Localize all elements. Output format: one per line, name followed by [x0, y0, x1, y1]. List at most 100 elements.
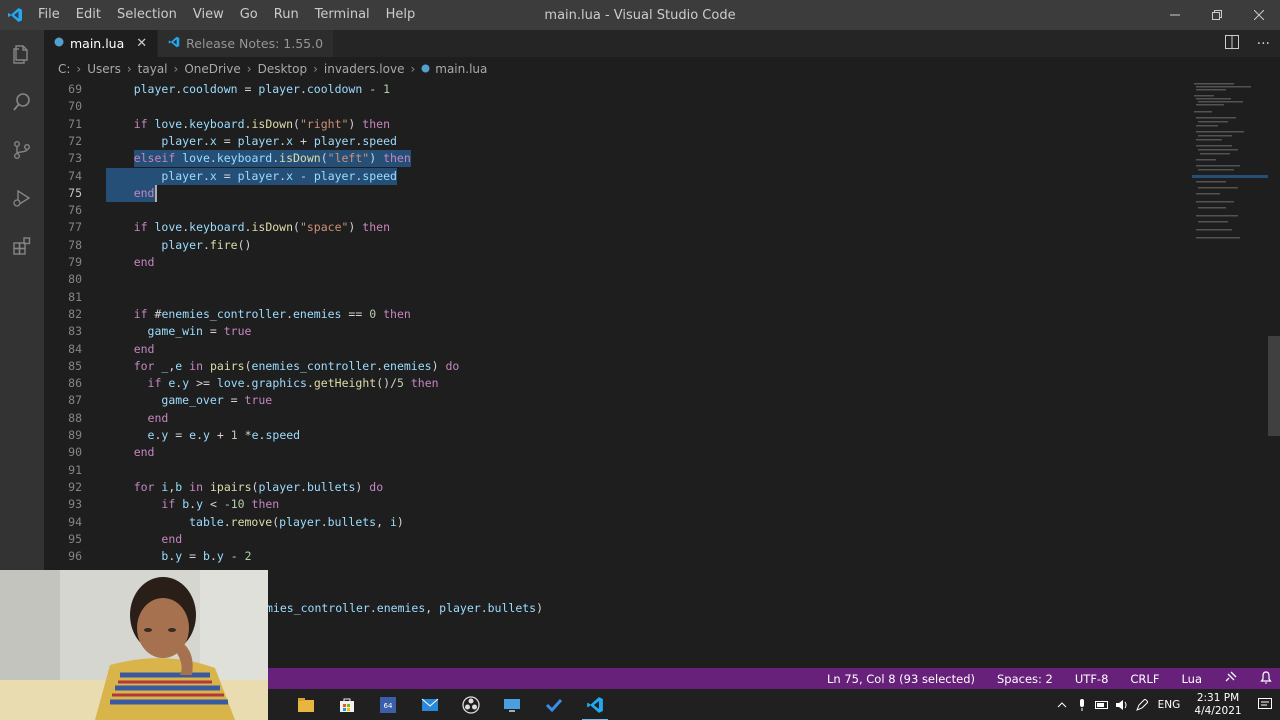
code-line[interactable]: 88 end: [44, 410, 1192, 427]
code-line[interactable]: 84 end: [44, 341, 1192, 358]
code-line[interactable]: 73 elseif love.keyboard.isDown("left") t…: [44, 150, 1192, 168]
tab-main-lua[interactable]: main.lua ✕: [44, 30, 159, 57]
menu-run[interactable]: Run: [266, 0, 307, 30]
code-line[interactable]: 96 b.y = b.y - 2: [44, 548, 1192, 565]
menu-go[interactable]: Go: [232, 0, 266, 30]
cursor-position[interactable]: Ln 75, Col 8 (93 selected): [827, 672, 975, 686]
scrollbar-thumb[interactable]: [1268, 336, 1280, 436]
line-number: 93: [68, 497, 82, 512]
code-line[interactable]: 82 if #enemies_controller.enemies == 0 t…: [44, 306, 1192, 323]
language-mode[interactable]: Lua: [1181, 672, 1202, 686]
breadcrumb-item[interactable]: invaders.love: [324, 62, 405, 76]
code-line[interactable]: 71 if love.keyboard.isDown("right") then: [44, 116, 1192, 133]
run-debug-icon[interactable]: [0, 174, 44, 222]
indentation[interactable]: Spaces: 2: [997, 672, 1053, 686]
code-line[interactable]: 86 if e.y >= love.graphics.getHeight()/5…: [44, 375, 1192, 392]
line-number: 74: [68, 168, 82, 183]
clock-time: 2:31 PM: [1196, 691, 1240, 704]
cpu-z-icon[interactable]: 64: [375, 692, 401, 718]
code-line[interactable]: 75 end: [44, 184, 1192, 202]
chevron-right-icon: ›: [126, 62, 132, 76]
store-icon[interactable]: [334, 692, 360, 718]
menu-selection[interactable]: Selection: [109, 0, 185, 30]
remote-desktop-icon[interactable]: [499, 692, 525, 718]
close-button[interactable]: [1238, 0, 1280, 30]
code-text: elseif love.keyboard.isDown("left") then: [133, 151, 411, 166]
menu-edit[interactable]: Edit: [68, 0, 109, 30]
breadcrumb-item[interactable]: main.lua: [435, 62, 487, 76]
code-text: if #enemies_controller.enemies == 0 then: [133, 306, 411, 321]
battery-icon[interactable]: [1092, 700, 1112, 709]
lua-file-icon: [54, 37, 64, 50]
menu-terminal[interactable]: Terminal: [307, 0, 378, 30]
code-line[interactable]: 93 if b.y < -10 then: [44, 496, 1192, 513]
minimize-button[interactable]: [1154, 0, 1196, 30]
code-line[interactable]: 92 for i,b in ipairs(player.bullets) do: [44, 479, 1192, 496]
end-of-line[interactable]: CRLF: [1130, 672, 1159, 686]
feedback-icon[interactable]: [1224, 670, 1238, 687]
split-editor-icon[interactable]: [1224, 34, 1239, 53]
breadcrumb-item[interactable]: tayal: [138, 62, 168, 76]
chevron-up-icon[interactable]: [1052, 701, 1072, 708]
file-explorer-icon[interactable]: [293, 692, 319, 718]
search-icon[interactable]: [0, 78, 44, 126]
tab-release-notes[interactable]: Release Notes: 1.55.0: [158, 30, 335, 57]
action-center-icon[interactable]: [1250, 697, 1280, 712]
tab-label: Release Notes: 1.55.0: [186, 36, 324, 51]
obs-icon[interactable]: [458, 692, 484, 718]
mail-icon[interactable]: [417, 692, 443, 718]
line-number: 85: [68, 358, 82, 373]
line-number: 78: [68, 237, 82, 252]
breadcrumb-item[interactable]: Desktop: [258, 62, 308, 76]
code-line[interactable]: 87 game_over = true: [44, 392, 1192, 409]
webcam-overlay: [0, 570, 268, 720]
breadcrumb-item[interactable]: Users: [87, 62, 121, 76]
code-line[interactable]: 79 end: [44, 254, 1192, 271]
code-line[interactable]: 94 table.remove(player.bullets, i): [44, 514, 1192, 531]
menu-file[interactable]: File: [30, 0, 68, 30]
code-line[interactable]: 81: [44, 289, 1192, 306]
notifications-bell-icon[interactable]: [1260, 670, 1272, 687]
code-text: if e.y >= love.graphics.getHeight()/5 th…: [147, 376, 439, 391]
code-line[interactable]: 89 e.y = e.y + 1 *e.speed: [44, 427, 1192, 444]
menu-help[interactable]: Help: [378, 0, 424, 30]
breadcrumb-item[interactable]: OneDrive: [184, 62, 240, 76]
code-line[interactable]: 83 game_win = true: [44, 323, 1192, 340]
speaker-icon[interactable]: [1112, 699, 1132, 711]
todo-icon[interactable]: [541, 692, 567, 718]
encoding[interactable]: UTF-8: [1075, 672, 1109, 686]
code-line[interactable]: 76: [44, 202, 1192, 219]
vscode-taskbar-icon[interactable]: [582, 692, 608, 720]
code-text: player.fire(): [161, 237, 252, 252]
language-indicator[interactable]: ENG: [1152, 699, 1186, 711]
code-line[interactable]: 95 end: [44, 531, 1192, 548]
restore-button[interactable]: [1196, 0, 1238, 30]
close-tab-icon[interactable]: ✕: [136, 36, 147, 51]
line-number: 77: [68, 220, 82, 235]
microphone-icon[interactable]: [1072, 698, 1092, 711]
code-line[interactable]: 80: [44, 271, 1192, 288]
explorer-icon[interactable]: [0, 30, 44, 78]
menu-view[interactable]: View: [185, 0, 232, 30]
source-control-icon[interactable]: [0, 126, 44, 174]
code-line[interactable]: 77 if love.keyboard.isDown("space") then: [44, 219, 1192, 236]
code-line[interactable]: 90 end: [44, 444, 1192, 461]
minimap[interactable]: [1192, 81, 1268, 668]
code-line[interactable]: 74 player.x = player.x - player.speed: [44, 167, 1192, 185]
code-line[interactable]: 85 for _,e in pairs(enemies_controller.e…: [44, 358, 1192, 375]
code-line[interactable]: 91: [44, 462, 1192, 479]
breadcrumb-item[interactable]: C:: [58, 62, 70, 76]
code-line[interactable]: 78 player.fire(): [44, 237, 1192, 254]
code-text: if love.keyboard.isDown("right") then: [133, 116, 390, 131]
more-actions-icon[interactable]: ···: [1257, 36, 1270, 52]
line-number: 90: [68, 445, 82, 460]
clock[interactable]: 2:31 PM 4/4/2021: [1190, 692, 1246, 718]
code-line[interactable]: 72 player.x = player.x + player.speed: [44, 133, 1192, 150]
vscode-logo-icon: [168, 36, 180, 51]
extensions-icon[interactable]: [0, 222, 44, 270]
code-text: game_over = true: [161, 393, 273, 408]
pen-icon[interactable]: [1132, 698, 1152, 711]
code-text: end: [133, 341, 155, 356]
code-line[interactable]: 70: [44, 98, 1192, 115]
code-line[interactable]: 69 player.cooldown = player.cooldown - 1: [44, 81, 1192, 98]
